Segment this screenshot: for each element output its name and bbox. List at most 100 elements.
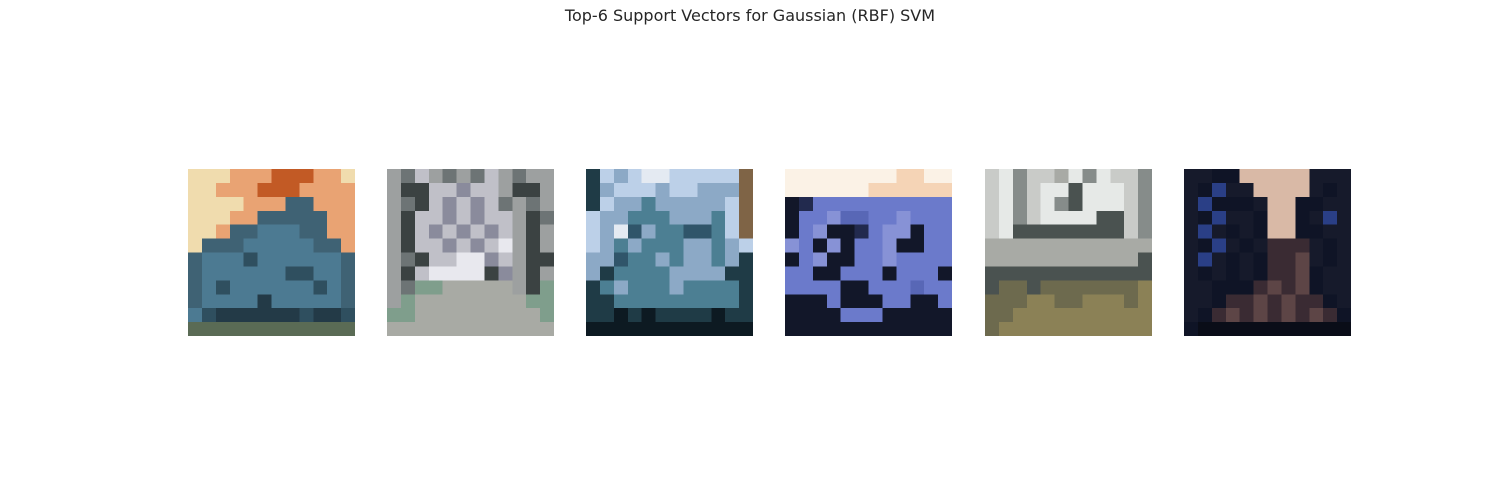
image-pixel (414, 280, 430, 295)
image-pixel (456, 238, 471, 253)
image-pixel (1225, 322, 1240, 336)
image-pixel (400, 210, 416, 225)
image-pixel (854, 294, 869, 309)
image-pixel (1096, 182, 1111, 198)
image-pixel (1323, 169, 1338, 184)
image-pixel (313, 210, 328, 225)
image-pixel (924, 182, 939, 198)
image-pixel (1295, 169, 1310, 184)
image-pixel (299, 182, 314, 198)
image-pixel (586, 308, 601, 323)
image-pixel (1026, 280, 1041, 295)
image-pixel (414, 210, 430, 225)
image-pixel (826, 252, 841, 267)
image-pixel (1110, 169, 1125, 184)
image-pixel (854, 252, 869, 267)
image-pixel (540, 210, 554, 225)
image-pixel (1323, 182, 1338, 198)
image-pixel (442, 252, 457, 267)
image-pixel (739, 224, 753, 239)
image-pixel (1211, 210, 1227, 225)
image-pixel (613, 252, 629, 267)
image-pixel (442, 322, 457, 336)
image-pixel (1309, 252, 1324, 267)
image-pixel (826, 308, 841, 323)
image-pixel (840, 224, 855, 239)
image-pixel (798, 210, 814, 225)
image-pixel (1225, 196, 1240, 212)
image-pixel (938, 224, 952, 239)
image-pixel (641, 280, 656, 295)
image-pixel (400, 308, 416, 323)
image-pixel (868, 322, 883, 336)
image-pixel (285, 182, 300, 198)
image-pixel (586, 196, 601, 212)
image-pixel (484, 169, 499, 184)
image-pixel (1309, 182, 1324, 198)
image-pixel (655, 252, 670, 267)
image-pixel (739, 182, 753, 198)
image-pixel (938, 210, 952, 225)
image-pixel (1096, 280, 1111, 295)
image-pixel (725, 224, 740, 239)
image-pixel (215, 266, 231, 281)
image-pixel (1068, 266, 1083, 281)
image-pixel (1323, 280, 1338, 295)
image-pixel (215, 294, 231, 309)
image-pixel (627, 196, 642, 212)
image-pixel (840, 280, 855, 295)
image-pixel (201, 169, 217, 184)
image-pixel (613, 266, 629, 281)
image-pixel (498, 224, 513, 239)
image-pixel (655, 280, 670, 295)
image-pixel (627, 252, 642, 267)
image-pixel (1323, 196, 1338, 212)
image-pixel (711, 210, 726, 225)
image-pixel (599, 182, 615, 198)
image-pixel (798, 294, 814, 309)
image-pixel (896, 266, 911, 281)
image-pixel (313, 196, 328, 212)
image-pixel (1124, 252, 1139, 267)
image-pixel (285, 280, 300, 295)
image-pixel (1096, 308, 1111, 323)
image-pixel (526, 322, 541, 336)
image-pixel (456, 210, 471, 225)
image-pixel (1337, 322, 1351, 336)
image-pixel (456, 308, 471, 323)
support-vector-image-4 (785, 169, 952, 336)
image-pixel (540, 182, 554, 198)
image-pixel (387, 322, 402, 336)
image-pixel (470, 294, 485, 309)
image-pixel (341, 182, 355, 198)
image-pixel (1281, 224, 1296, 239)
image-pixel (257, 238, 272, 253)
image-pixel (1138, 238, 1152, 253)
image-pixel (711, 169, 726, 184)
image-pixel (1124, 266, 1139, 281)
image-pixel (683, 294, 698, 309)
image-pixel (1309, 210, 1324, 225)
image-pixel (910, 322, 925, 336)
image-pixel (1096, 210, 1111, 225)
image-pixel (725, 196, 740, 212)
image-pixel (1239, 252, 1254, 267)
image-pixel (257, 210, 272, 225)
image-pixel (498, 266, 513, 281)
image-pixel (414, 266, 430, 281)
image-pixel (327, 294, 342, 309)
image-pixel (1281, 252, 1296, 267)
image-pixel (1267, 238, 1282, 253)
image-pixel (938, 322, 952, 336)
image-pixel (1197, 182, 1213, 198)
image-pixel (655, 308, 670, 323)
image-pixel (739, 294, 753, 309)
image-pixel (1197, 238, 1213, 253)
image-pixel (1267, 252, 1282, 267)
image-pixel (456, 266, 471, 281)
image-pixel (697, 169, 712, 184)
image-pixel (1054, 322, 1069, 336)
image-pixel (711, 322, 726, 336)
image-pixel (586, 294, 601, 309)
image-pixel (1110, 294, 1125, 309)
